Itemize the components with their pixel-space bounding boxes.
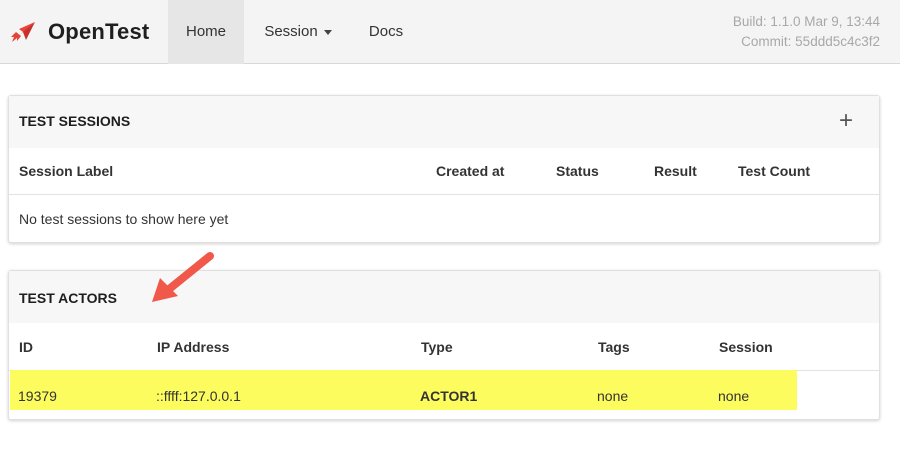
actor-session: none <box>718 388 750 404</box>
test-actors-header: TEST ACTORS <box>9 271 879 323</box>
col-session-label[interactable]: Session Label <box>19 163 113 179</box>
col-created-at[interactable]: Created at <box>436 163 504 179</box>
col-status[interactable]: Status <box>556 163 599 179</box>
plus-icon[interactable]: + <box>839 109 853 133</box>
highlight-marker <box>10 370 797 410</box>
col-test-count[interactable]: Test Count <box>738 163 810 179</box>
brand-name: OpenTest <box>48 19 150 44</box>
actor-tags: none <box>597 388 629 404</box>
col-ip-address[interactable]: IP Address <box>157 339 229 355</box>
table-divider <box>9 194 879 195</box>
test-actors-title: TEST ACTORS <box>19 290 118 306</box>
nav-session-dropdown[interactable]: Session <box>248 0 348 64</box>
caret-down-icon <box>323 29 332 35</box>
build-info: Build: 1.1.0 Mar 9, 13:44 Commit: 55ddd5… <box>733 12 880 52</box>
nav-docs-label: Docs <box>368 23 404 40</box>
test-sessions-title: TEST SESSIONS <box>19 113 131 129</box>
actor-id: 19379 <box>18 388 57 404</box>
col-result[interactable]: Result <box>654 163 697 179</box>
col-tags[interactable]: Tags <box>598 339 630 355</box>
col-id[interactable]: ID <box>19 339 33 355</box>
rocket-icon <box>11 22 35 42</box>
brand[interactable]: OpenTest <box>10 14 149 50</box>
nav-home-label: Home <box>185 23 226 40</box>
commit-hash: Commit: 55ddd5c4c3f2 <box>741 34 880 49</box>
test-sessions-panel: TEST SESSIONS + Session Label Created at… <box>8 95 880 243</box>
top-navbar: OpenTest Home Session Docs Build: 1.1.0 … <box>0 0 900 64</box>
empty-sessions-message: No test sessions to show here yet <box>19 211 229 227</box>
col-type[interactable]: Type <box>421 339 453 355</box>
build-version: Build: 1.1.0 Mar 9, 13:44 <box>732 14 880 29</box>
actor-type: ACTOR1 <box>420 388 478 404</box>
nav-session-label: Session <box>264 23 318 40</box>
nav-home[interactable]: Home <box>168 0 244 64</box>
col-session[interactable]: Session <box>719 339 773 355</box>
arrow-icon <box>152 252 214 302</box>
nav-docs[interactable]: Docs <box>356 0 416 64</box>
actor-ip: ::ffff:127.0.0.1 <box>156 388 241 404</box>
test-sessions-header: TEST SESSIONS + <box>9 96 879 148</box>
